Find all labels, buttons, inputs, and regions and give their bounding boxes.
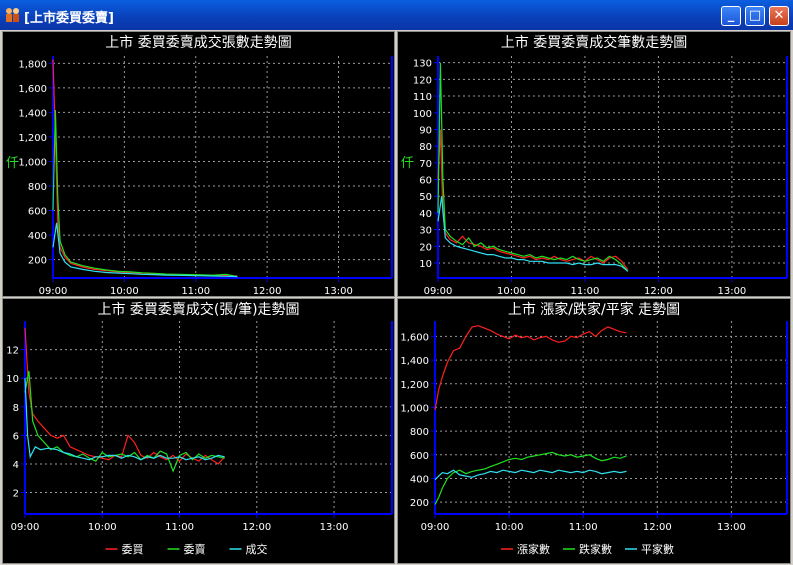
y-tick-label: 10 [6,374,19,385]
trade-count-chart: 上市 委買委賣成交筆數走勢圖仟 09:00 10:00 11:00 12:00 13:00… [401,34,788,296]
series-line-3 [437,196,629,272]
advance-decline-chart: 上市 漲家/跌家/平家 走勢圖 09:00 10:00 11:00 12:00 13:00… [400,301,788,556]
window-title: [上市委買委賣] [24,11,114,26]
x-tick-label: 10:00 [110,286,139,296]
x-tick-label: 09:00 [39,286,68,296]
x-tick-label: 12:00 [253,286,282,296]
y-axis-unit-label: 仟 [401,156,414,171]
volume-per-trade-chart: 上市 委買委賣成交(張/筆)走勢圖 09:00 10:00 11:00 12:00 13:… [6,301,393,556]
x-tick-label: 12:00 [242,522,271,533]
series-line-1 [24,328,226,465]
legend-label: 平家數 [641,542,674,556]
y-tick-label: 6 [13,431,19,442]
people-icon [6,8,19,22]
x-tick-label: 11:00 [571,286,600,296]
y-tick-label: 12 [6,346,19,357]
x-tick-label: 12:00 [644,286,673,296]
trade-volume-chart: 上市 委買委賣成交張數走勢圖仟 09:00 10:00 11:00 12:00 13:00… [6,34,393,296]
y-tick-label: 600 [410,451,429,462]
series-line-2 [24,370,225,473]
y-tick-label: 1,200 [18,133,47,144]
series-line-3 [52,222,238,278]
chart-panel-bottom-right: 上市 漲家/跌家/平家 走勢圖 09:00 10:00 11:00 12:00 13:00… [397,298,791,564]
y-tick-label: 60 [419,176,432,187]
window-titlebar: [上市委買委賣] _ □ ✕ [0,0,793,30]
y-tick-label: 800 [410,427,429,438]
maximize-button[interactable]: □ [745,6,765,26]
y-tick-label: 1,000 [18,157,47,168]
y-tick-label: 100 [413,109,432,120]
x-tick-label: 09:00 [11,522,40,533]
close-button[interactable]: ✕ [769,6,789,26]
legend-label: 跌家數 [579,542,612,556]
chart-title: 上市 漲家/跌家/平家 走勢圖 [508,301,680,318]
y-tick-label: 130 [413,59,432,70]
series-line-2 [437,62,629,272]
y-tick-label: 200 [28,256,47,267]
legend-label: 委買 [122,543,144,556]
y-tick-label: 1,400 [400,356,429,367]
y-tick-label: 600 [28,207,47,218]
x-tick-label: 13:00 [717,522,746,533]
y-tick-label: 200 [410,498,429,509]
y-tick-label: 1,400 [18,108,47,119]
y-axis-unit-label: 仟 [6,156,19,171]
series-line-1 [434,325,627,410]
x-tick-label: 10:00 [495,522,524,533]
x-tick-label: 13:00 [320,522,349,533]
x-tick-label: 09:00 [421,522,450,533]
chart-panel-bottom-left: 上市 委買委賣成交(張/筆)走勢圖 09:00 10:00 11:00 12:00 13:… [2,298,395,564]
x-tick-label: 09:00 [424,286,453,296]
y-tick-label: 30 [419,226,432,237]
y-tick-label: 400 [410,474,429,485]
y-tick-label: 4 [13,460,19,471]
y-tick-label: 120 [413,75,432,86]
y-tick-label: 1,000 [400,403,429,414]
x-tick-label: 11:00 [569,522,598,533]
chart-title: 上市 委買委賣成交(張/筆)走勢圖 [97,301,299,318]
x-tick-label: 11:00 [181,286,210,296]
x-tick-label: 13:00 [324,286,353,296]
y-tick-label: 70 [419,159,432,170]
x-tick-label: 12:00 [643,522,672,533]
series-line-1 [52,59,238,277]
y-tick-label: 90 [419,125,432,136]
chart-title: 上市 委買委賣成交筆數走勢圖 [501,34,687,51]
y-tick-label: 1,600 [400,332,429,343]
chart-panel-top-left: 上市 委買委賣成交張數走勢圖仟 09:00 10:00 11:00 12:00 13:00… [2,31,395,297]
x-tick-label: 10:00 [497,286,526,296]
minimize-button[interactable]: _ [721,6,741,26]
y-tick-label: 400 [28,231,47,242]
y-tick-label: 50 [419,192,432,203]
y-tick-label: 1,800 [18,59,47,70]
series-line-2 [52,109,238,278]
legend-label: 漲家數 [517,542,550,556]
x-tick-label: 10:00 [88,522,117,533]
y-tick-label: 20 [419,242,432,253]
y-tick-label: 80 [419,142,432,153]
y-tick-label: 40 [419,209,432,220]
x-tick-label: 13:00 [717,286,746,296]
legend-label: 成交 [246,542,268,556]
y-tick-label: 110 [413,92,432,103]
legend-label: 委賣 [184,542,206,556]
y-tick-label: 2 [13,489,19,500]
chart-panel-top-right: 上市 委買委賣成交筆數走勢圖仟 09:00 10:00 11:00 12:00 13:00… [397,31,791,297]
x-tick-label: 11:00 [165,522,194,533]
y-tick-label: 8 [13,403,19,414]
y-tick-label: 1,200 [400,380,429,391]
chart-title: 上市 委買委賣成交張數走勢圖 [105,34,291,51]
y-tick-label: 800 [28,182,47,193]
y-tick-label: 1,600 [18,84,47,95]
y-tick-label: 10 [419,259,432,270]
